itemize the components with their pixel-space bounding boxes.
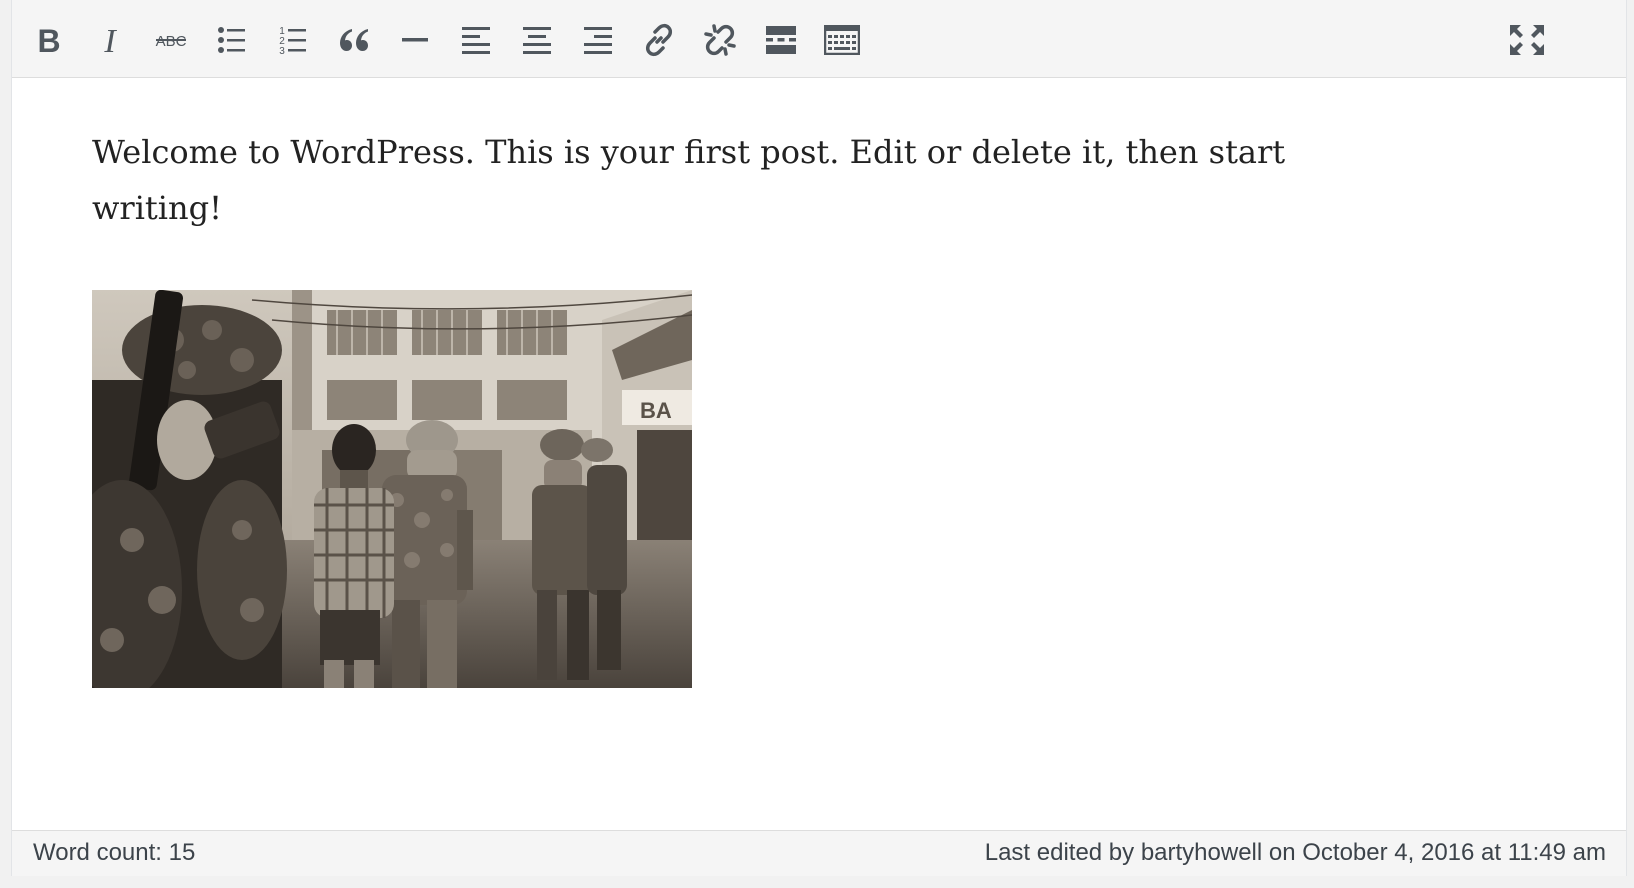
horizontal-line-button[interactable] [393, 18, 437, 62]
svg-text:B: B [37, 25, 60, 55]
align-right-icon [584, 27, 612, 54]
svg-text:3: 3 [279, 46, 285, 55]
align-right-button[interactable] [576, 18, 620, 62]
formatting-toolbar: B I ABC 1 2 3 [12, 0, 1626, 78]
bold-icon: B [37, 25, 60, 55]
fullscreen-icon [1510, 25, 1544, 55]
blockquote-button[interactable] [332, 18, 376, 62]
blockquote-icon [340, 29, 368, 51]
post-paragraph[interactable]: Welcome to WordPress. This is your first… [92, 124, 1292, 236]
word-count: Word count: 15 [33, 839, 196, 866]
italic-icon: I [103, 25, 117, 55]
remove-link-button[interactable] [698, 18, 742, 62]
align-center-button[interactable] [515, 18, 559, 62]
toolbar-toggle-button[interactable] [820, 18, 864, 62]
svg-text:BA: BA [640, 398, 672, 423]
bold-button[interactable]: B [27, 18, 71, 62]
numbered-list-icon: 1 2 3 [279, 26, 306, 55]
read-more-icon [766, 26, 796, 54]
unlink-icon [704, 24, 736, 56]
status-bar: Word count: 15 Last edited by bartyhowel… [12, 830, 1626, 876]
horizontal-line-icon [402, 38, 428, 42]
italic-button[interactable]: I [88, 18, 132, 62]
last-edited-info: Last edited by bartyhowell on October 4,… [984, 839, 1606, 866]
strikethrough-icon: ABC [156, 33, 187, 50]
post-image[interactable]: BA [92, 290, 692, 688]
align-left-icon [462, 27, 490, 54]
post-editor: B I ABC 1 2 3 Welcome to WordPress. This… [11, 0, 1627, 876]
fullscreen-button[interactable] [1505, 18, 1549, 62]
svg-text:ABC: ABC [156, 33, 187, 50]
read-more-button[interactable] [759, 18, 803, 62]
link-icon [645, 23, 673, 57]
bulleted-list-button[interactable] [210, 18, 254, 62]
align-center-icon [523, 27, 551, 54]
editor-content-area[interactable]: Welcome to WordPress. This is your first… [12, 78, 1626, 830]
svg-text:I: I [103, 25, 117, 55]
kitchen-sink-icon [824, 25, 860, 55]
insert-link-button[interactable] [637, 18, 681, 62]
strikethrough-button[interactable]: ABC [149, 18, 193, 62]
numbered-list-button[interactable]: 1 2 3 [271, 18, 315, 62]
post-image-graphic: BA [92, 290, 692, 688]
bulleted-list-icon [218, 27, 245, 53]
align-left-button[interactable] [454, 18, 498, 62]
